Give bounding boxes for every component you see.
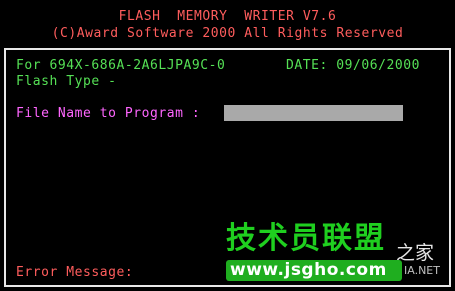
watermark-url: www.jsgho.com — [230, 260, 387, 280]
site-watermark-logo: 技术员联盟 之家 www.jsgho.com IA.NET — [226, 222, 452, 286]
watermark-suffix: IA.NET — [404, 264, 440, 277]
file-name-input[interactable] — [224, 105, 403, 121]
flash-writer-screen: FLASH MEMORY WRITER V7.6 (C)Award Softwa… — [0, 0, 455, 291]
date-label: DATE: 09/06/2000 — [286, 58, 421, 73]
file-name-prompt: File Name to Program : — [16, 106, 201, 121]
bios-id-label: For 694X-686A-2A6LJPA9C-0 — [16, 58, 226, 73]
app-title: FLASH MEMORY WRITER V7.6 — [118, 9, 337, 24]
watermark-brand-text: 技术员联盟 — [226, 221, 386, 256]
error-message-label: Error Message: — [16, 265, 134, 280]
flash-type-label: Flash Type - — [16, 74, 117, 89]
copyright-line: (C)Award Software 2000 All Rights Reserv… — [51, 26, 404, 41]
